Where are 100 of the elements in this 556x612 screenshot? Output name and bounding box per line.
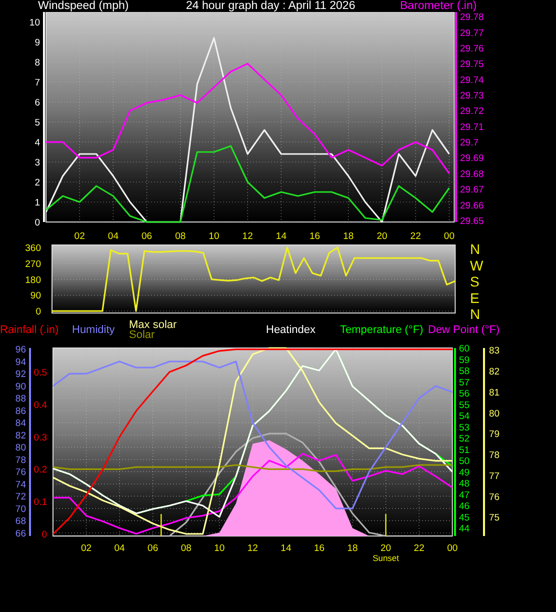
axis-label: 29.73 — [460, 90, 484, 102]
axis-label: 0.1 — [34, 497, 47, 508]
hour-label: 20 — [380, 543, 392, 554]
axis-label: 88 — [15, 394, 26, 405]
legend-label: Rainfall (.in) — [0, 324, 60, 336]
hour-label: 18 — [347, 543, 358, 554]
hour-label: 08 — [175, 231, 186, 242]
axis-label: 72 — [15, 492, 26, 503]
axis-label: 29.77 — [460, 28, 484, 39]
sunset-label: Sunset — [372, 553, 400, 562]
axis-label: 90 — [15, 381, 26, 392]
axis-label: 8 — [34, 58, 40, 68]
axis-label: 78 — [15, 454, 26, 466]
axis-label: 0 — [34, 218, 40, 228]
axis-label: 6 — [34, 98, 40, 108]
axis-label: 29.65 — [460, 216, 484, 227]
axis-label: 270 — [25, 258, 41, 270]
axis-label: 0 — [42, 530, 47, 541]
axis-label: 48 — [459, 478, 470, 490]
axis-label: 92 — [15, 369, 26, 380]
axis-label: 180 — [25, 274, 41, 286]
axis-label: 81 — [489, 387, 500, 398]
axis-label: 56 — [459, 388, 470, 400]
hour-label: 04 — [108, 231, 118, 242]
axis-label: 29.74 — [460, 74, 484, 86]
axis-label: 76 — [489, 492, 500, 503]
axis-label: 75 — [489, 512, 500, 524]
hour-label: 08 — [180, 543, 192, 554]
axis-label: 0.3 — [34, 432, 47, 444]
hour-label: 00 — [447, 543, 458, 554]
axis-label: 29.7 — [460, 138, 478, 149]
axis-label: 54 — [459, 411, 470, 422]
hour-label: 10 — [214, 543, 225, 554]
axis-label: 10 — [29, 18, 40, 28]
axis-label: 59 — [459, 354, 470, 366]
compass-label: E — [470, 290, 480, 306]
hour-label: 14 — [276, 231, 286, 242]
axis-label: 4 — [34, 138, 40, 148]
hour-label: 06 — [148, 543, 158, 554]
axis-label: 57 — [459, 377, 470, 388]
hour-label: 14 — [280, 543, 292, 554]
axis-label: 84 — [15, 418, 26, 430]
axis-label: 29.72 — [460, 106, 484, 118]
legend-label: Heatindex — [266, 324, 317, 336]
axis-label: 83 — [489, 346, 500, 357]
axis-label: 360 — [25, 242, 41, 254]
hour-label: 22 — [414, 543, 424, 554]
axis-label: 29.67 — [460, 184, 484, 196]
hour-label: 18 — [343, 231, 354, 242]
compass-label: W — [470, 257, 484, 274]
axis-label: 29.75 — [460, 59, 484, 70]
hour-label: 16 — [314, 543, 325, 554]
axis-label: 96 — [15, 344, 26, 356]
axis-label: 29.69 — [460, 153, 484, 164]
legend-label: Dew Point (°F) — [428, 324, 501, 336]
axis-label: 44 — [459, 524, 470, 535]
hour-label: 00 — [444, 231, 454, 242]
axis-label: 50 — [459, 456, 470, 468]
hour-label: 20 — [376, 231, 388, 242]
axis-label: 3 — [34, 158, 40, 168]
axis-label: 82 — [489, 366, 500, 378]
marker-line — [385, 514, 386, 536]
legend-label: Max solar — [129, 320, 178, 330]
axis-label: 29.68 — [460, 168, 484, 180]
axis-label: 52 — [459, 434, 470, 445]
axis-label: 82 — [15, 430, 26, 442]
hour-label: 10 — [208, 231, 220, 242]
legend-label: Temperature (°F) — [340, 324, 424, 336]
hour-label: 02 — [81, 543, 92, 554]
hour-label: 06 — [142, 231, 152, 242]
legend-label: Solar — [129, 330, 156, 340]
axis-label: 66 — [15, 528, 26, 540]
axis-label: 0 — [36, 306, 41, 318]
axis-label: 58 — [459, 366, 470, 378]
axis-label: 94 — [15, 356, 26, 368]
hour-label: 16 — [310, 231, 320, 242]
axis-label: 0.5 — [34, 367, 47, 378]
chart-title: 24 hour graph day : April 11 2026 — [186, 0, 356, 12]
compass-label: S — [470, 274, 480, 290]
axis-label: 51 — [459, 444, 470, 456]
axis-label: 49 — [459, 467, 470, 478]
axis-label: 47 — [459, 490, 470, 501]
axis-label: 77 — [489, 470, 500, 482]
axis-label: 76 — [15, 467, 26, 478]
compass-label: N — [470, 306, 480, 320]
axis-label: 5 — [34, 118, 40, 128]
axis-label: 45 — [459, 512, 470, 524]
axis-label: 53 — [459, 422, 470, 434]
axis-label: 55 — [459, 400, 470, 411]
axis-label: 86 — [15, 406, 26, 417]
marker-line — [160, 514, 162, 536]
axis-label: 2 — [34, 178, 40, 188]
axis-label: 80 — [15, 442, 26, 454]
axis-label: 74 — [15, 479, 26, 490]
compass-label: N — [470, 242, 480, 257]
axis-label: 78 — [489, 450, 500, 462]
axis-label: 68 — [15, 516, 26, 528]
axis-label: 1 — [34, 198, 40, 208]
axis-label: 90 — [30, 290, 41, 302]
hour-label: 04 — [114, 543, 125, 554]
